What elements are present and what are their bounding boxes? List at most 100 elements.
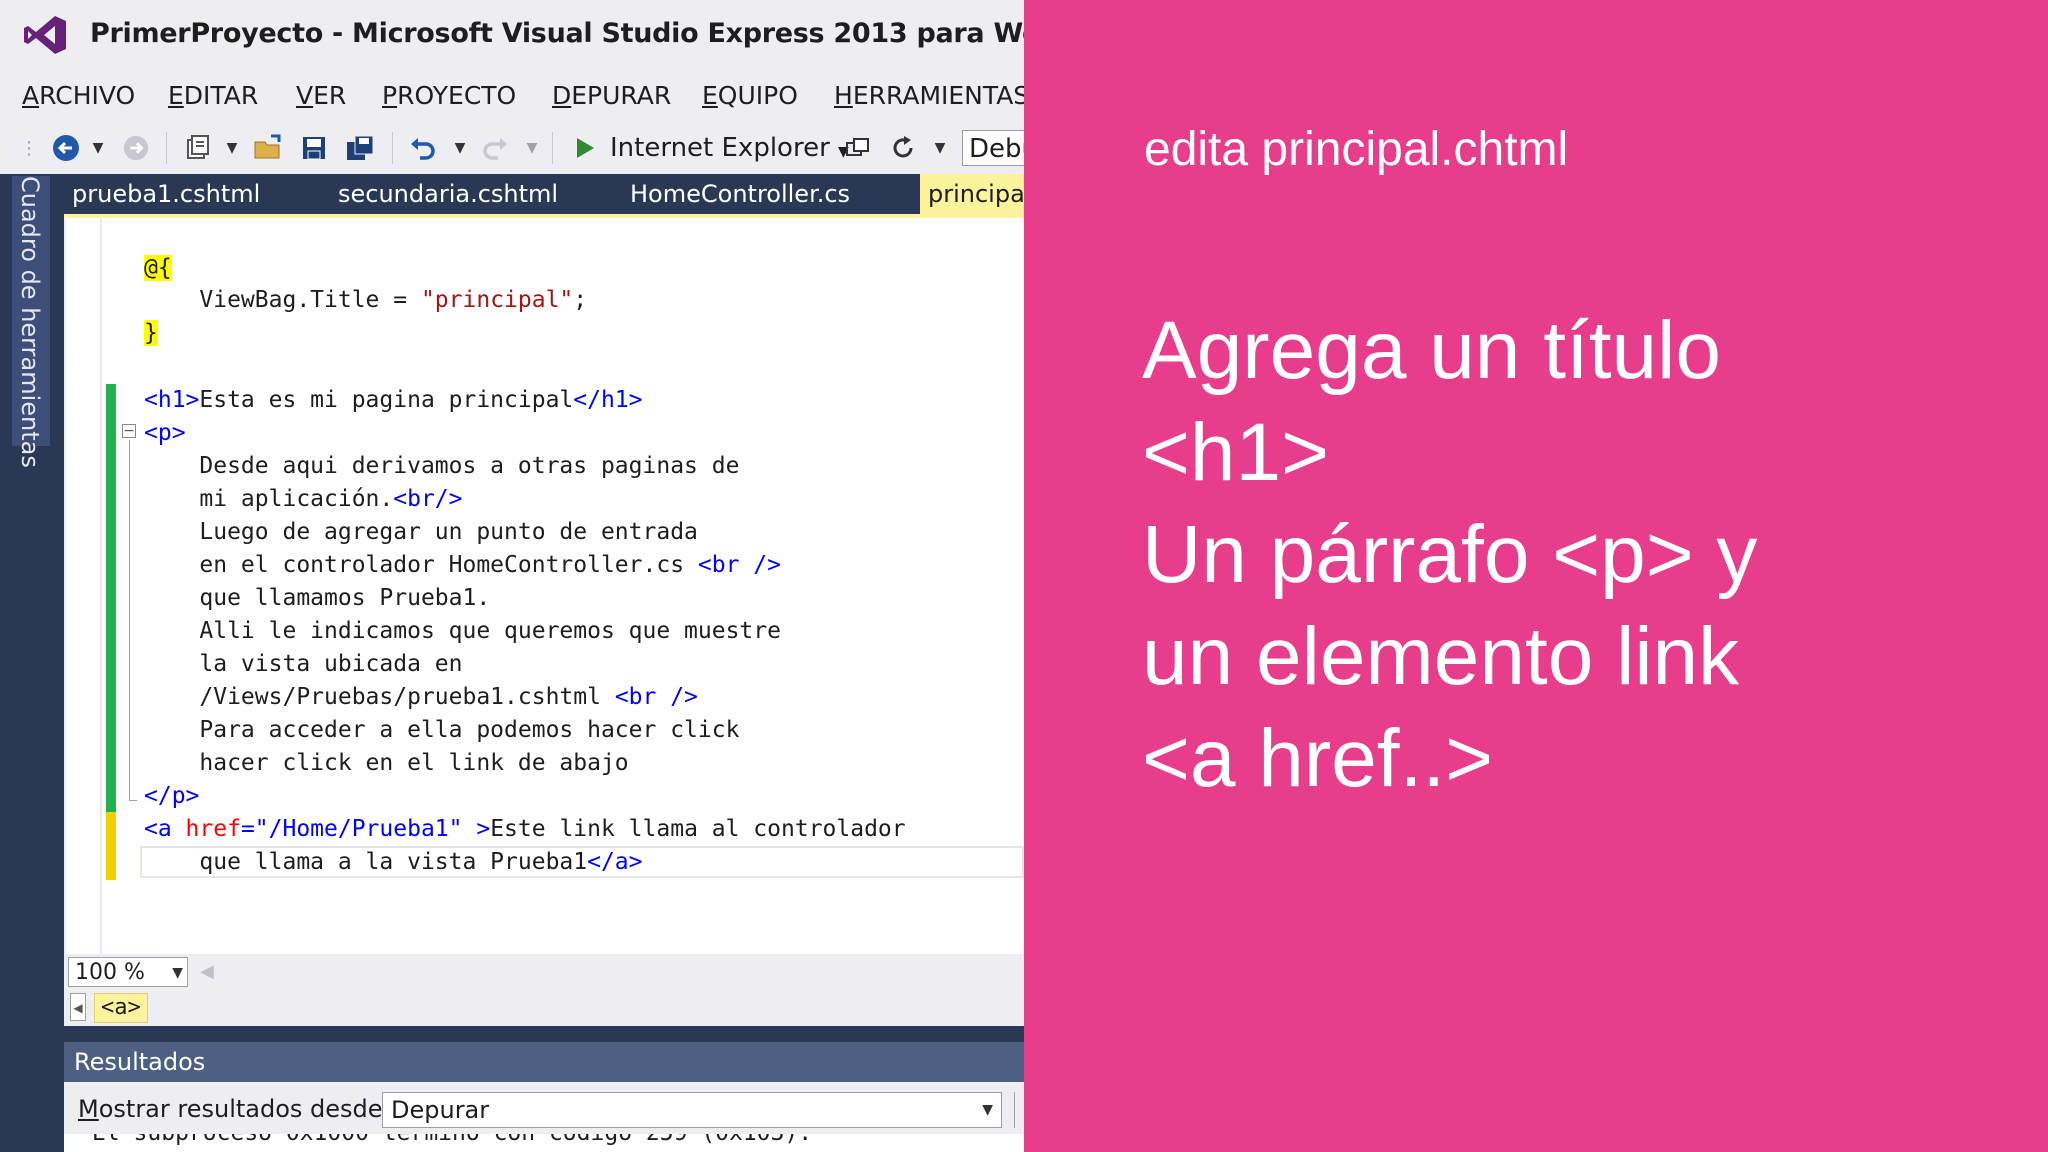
menu-editar[interactable]: EDITAR bbox=[168, 70, 258, 122]
menu-label: EPURAR bbox=[571, 81, 672, 110]
solution-config-combo[interactable]: Debu bbox=[962, 130, 1024, 166]
collapse-icon[interactable]: − bbox=[122, 424, 136, 438]
editor-bottom-bar: 100 % ▼ ◀ bbox=[64, 954, 1024, 990]
start-debug-icon[interactable] bbox=[570, 122, 600, 174]
visual-studio-logo-icon bbox=[24, 16, 66, 54]
menu-mnemonic: H bbox=[834, 81, 853, 110]
code-text: ; bbox=[573, 287, 588, 313]
label-mnemonic: M bbox=[78, 1095, 99, 1123]
nav-left-arrow-icon[interactable]: ◀ bbox=[70, 993, 86, 1021]
forward-arrow-icon[interactable] bbox=[118, 122, 154, 174]
browser-link-icon[interactable] bbox=[842, 122, 874, 174]
fold-guide-end bbox=[129, 800, 137, 801]
code-line-8: mi aplicación.<br/> bbox=[144, 483, 463, 516]
menu-herramientas[interactable]: HERRAMIENTAS bbox=[834, 70, 1024, 122]
save-all-icon[interactable] bbox=[340, 122, 380, 174]
slide-line-4: un elemento link bbox=[1142, 611, 1740, 702]
menu-depurar[interactable]: DEPURAR bbox=[552, 70, 671, 122]
menu-label: ROYECTO bbox=[397, 81, 517, 110]
menu-mnemonic: V bbox=[296, 81, 314, 110]
menu-label: ERRAMIENTAS bbox=[852, 81, 1024, 110]
output-toolbar-separator bbox=[1014, 1092, 1015, 1128]
undo-dropdown-icon[interactable]: ▼ bbox=[450, 122, 470, 174]
menu-equipo[interactable]: EQUIPO bbox=[702, 70, 798, 122]
element-nav-bar: ◀ <a> bbox=[64, 990, 1024, 1026]
refresh-dropdown-icon[interactable]: ▼ bbox=[930, 122, 950, 174]
html-tag: </h1> bbox=[573, 387, 643, 413]
menu-label: ER bbox=[313, 81, 347, 110]
code-line-11: que llamamos Prueba1. bbox=[144, 585, 491, 611]
output-source-dropdown-icon: ▼ bbox=[982, 1102, 993, 1118]
menu-proyecto[interactable]: PROYECTO bbox=[382, 70, 516, 122]
tab-homecontroller[interactable]: HomeController.cs bbox=[630, 174, 850, 214]
document-tab-strip: prueba1.cshtml secundaria.cshtml HomeCon… bbox=[64, 174, 1024, 214]
code-line-12: Alli le indicamos que queremos que muest… bbox=[144, 618, 781, 644]
zoom-dropdown-icon: ▼ bbox=[172, 965, 183, 981]
back-dropdown-icon[interactable]: ▼ bbox=[88, 122, 108, 174]
label-text: ostrar resultados desde: bbox=[98, 1095, 391, 1123]
code-text: que llama a la vista Prueba1 bbox=[144, 849, 588, 875]
code-line-1: @{ bbox=[144, 252, 172, 285]
html-tag: <br /> bbox=[614, 684, 698, 710]
zoom-combo[interactable]: 100 % ▼ bbox=[68, 957, 188, 987]
html-tag: <p> bbox=[144, 420, 186, 446]
menu-mnemonic: E bbox=[702, 81, 718, 110]
zoom-value: 100 % bbox=[75, 960, 145, 985]
slide-subtitle: edita principal.chtml bbox=[1144, 123, 1569, 176]
nav-tag-a[interactable]: <a> bbox=[94, 993, 148, 1023]
back-arrow-icon[interactable] bbox=[46, 122, 86, 174]
menu-archivo[interactable]: ARCHIVO bbox=[22, 70, 135, 122]
output-source-combo[interactable]: Depurar ▼ bbox=[382, 1092, 1002, 1128]
menu-label: QUIPO bbox=[717, 81, 798, 110]
tab-prueba1[interactable]: prueba1.cshtml bbox=[72, 174, 260, 214]
tab-secundaria[interactable]: secundaria.cshtml bbox=[338, 174, 558, 214]
menu-mnemonic: P bbox=[382, 81, 398, 110]
html-tag: <br/> bbox=[393, 486, 463, 512]
html-tag: > bbox=[462, 816, 491, 842]
redo-icon[interactable] bbox=[478, 122, 514, 174]
toolbox-label: Cuadro de herramientas bbox=[16, 176, 44, 468]
slide-line-2: <h1> bbox=[1142, 407, 1329, 498]
standard-toolbar: ⋮ ▼ ▼ ▼ ▼ Internet Explorer ▼ ▼ Deb bbox=[0, 122, 1024, 174]
output-line: El subproceso 0x1000 terminó con código … bbox=[92, 1134, 812, 1146]
code-text: mi aplicación. bbox=[144, 486, 394, 512]
slide-line-3: Un párrafo <p> y bbox=[1142, 509, 1758, 600]
fold-guide bbox=[129, 440, 130, 800]
menu-label: DITAR bbox=[183, 81, 259, 110]
code-line-9: Luego de agregar un punto de entrada bbox=[144, 519, 698, 545]
code-text: /Views/Pruebas/prueba1.cshtml bbox=[144, 684, 615, 710]
code-line-3: } bbox=[144, 317, 158, 350]
attribute-value: ="/Home/Prueba1" bbox=[240, 816, 463, 842]
html-tag: </p> bbox=[144, 783, 200, 809]
code-line-5: <h1>Esta es mi pagina principal</h1> bbox=[144, 384, 643, 417]
code-line-17: </p> bbox=[144, 780, 199, 813]
code-line-7: Desde aqui derivamos a otras paginas de bbox=[144, 453, 740, 479]
open-folder-icon[interactable] bbox=[250, 122, 286, 174]
refresh-icon[interactable] bbox=[886, 122, 920, 174]
razor-open: @{ bbox=[144, 255, 172, 281]
panel-separator bbox=[64, 1026, 1024, 1042]
tab-principal[interactable]: principal. bbox=[920, 174, 1024, 214]
toolbar-grip-icon[interactable]: ⋮ bbox=[20, 122, 38, 174]
menu-ver[interactable]: VER bbox=[296, 70, 346, 122]
slide-line-1: Agrega un título bbox=[1142, 305, 1721, 396]
scroll-left-icon[interactable]: ◀ bbox=[200, 957, 214, 987]
window-title: PrimerProyecto - Microsoft Visual Studio… bbox=[90, 18, 1024, 49]
undo-icon[interactable] bbox=[404, 122, 440, 174]
html-tag: <h1> bbox=[144, 387, 200, 413]
code-line-18: <a href="/Home/Prueba1" >Este link llama… bbox=[144, 813, 906, 846]
html-attribute: href bbox=[185, 816, 241, 842]
browser-selector[interactable]: Internet Explorer ▼ bbox=[610, 122, 849, 174]
redo-dropdown-icon[interactable]: ▼ bbox=[522, 122, 542, 174]
output-text-area[interactable]: El subproceso 0x1000 terminó con código … bbox=[64, 1134, 1024, 1152]
razor-close: } bbox=[144, 320, 158, 346]
code-line-15: Para acceder a ella podemos hacer click bbox=[144, 717, 740, 743]
new-project-icon[interactable] bbox=[180, 122, 216, 174]
unsaved-change-marker bbox=[106, 812, 116, 880]
toolbar-separator bbox=[552, 132, 553, 164]
new-dropdown-icon[interactable]: ▼ bbox=[222, 122, 242, 174]
code-line-13: la vista ubicada en bbox=[144, 651, 463, 677]
code-text: Esta es mi pagina principal bbox=[199, 387, 574, 413]
save-icon[interactable] bbox=[296, 122, 332, 174]
menu-mnemonic: D bbox=[552, 81, 572, 110]
